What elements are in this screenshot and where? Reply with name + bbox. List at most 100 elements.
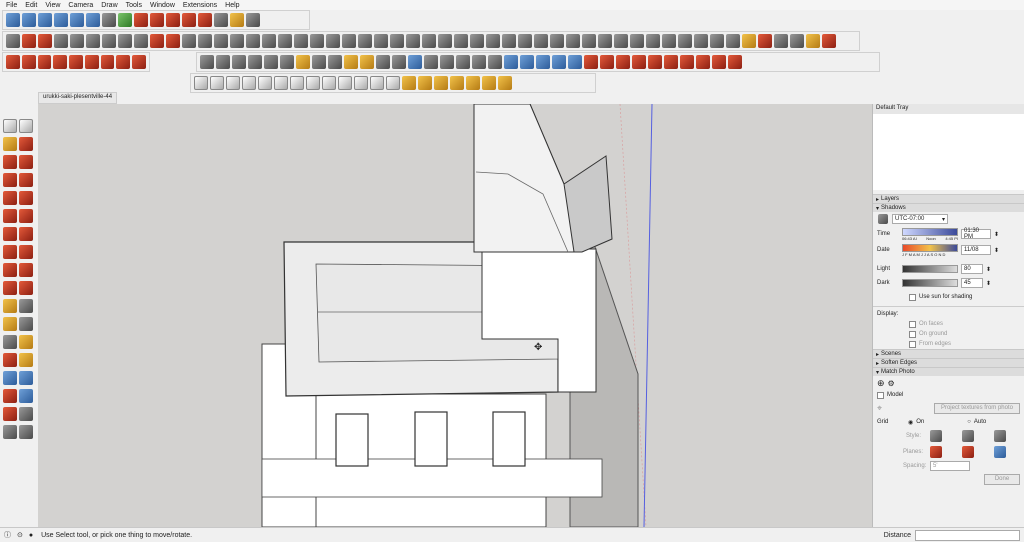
stairs-icon[interactable] <box>214 34 228 48</box>
section-layers[interactable]: ▸ Layers <box>873 194 1024 203</box>
roof-icon[interactable] <box>454 34 468 48</box>
date-slider[interactable] <box>902 243 958 252</box>
3d-text-icon[interactable] <box>19 335 33 349</box>
sandbox-g-icon[interactable] <box>616 55 630 69</box>
bezier-icon[interactable] <box>38 34 52 48</box>
protractor-tool-icon[interactable] <box>3 317 17 331</box>
freehand-icon[interactable] <box>19 155 33 169</box>
beam-icon[interactable] <box>534 34 548 48</box>
photo-icon[interactable] <box>408 55 422 69</box>
play-anim-icon[interactable] <box>424 55 438 69</box>
shell-icon[interactable] <box>246 34 260 48</box>
sandbox-b-icon[interactable] <box>520 55 534 69</box>
corner-icon[interactable] <box>150 34 164 48</box>
menu-extensions[interactable]: Extensions <box>183 2 217 9</box>
curve-icon[interactable] <box>86 34 100 48</box>
teapot-icon[interactable] <box>210 76 224 90</box>
settings-gear-icon[interactable] <box>246 13 260 27</box>
back-view-icon[interactable] <box>70 13 84 27</box>
left-view-icon[interactable] <box>86 13 100 27</box>
menu-file[interactable]: File <box>6 2 17 9</box>
array-icon[interactable] <box>230 34 244 48</box>
geo-icon[interactable]: ⊙ <box>17 531 23 539</box>
wireframe-icon[interactable] <box>134 13 148 27</box>
layout-f-icon[interactable] <box>354 76 368 90</box>
sandbox-d-icon[interactable] <box>552 55 566 69</box>
solid-a-icon[interactable] <box>200 55 214 69</box>
spacing-input[interactable]: 5' <box>930 461 970 471</box>
push-icon[interactable] <box>70 34 84 48</box>
door-tool-icon[interactable] <box>486 34 500 48</box>
layout-d-icon[interactable] <box>306 76 320 90</box>
document-tab[interactable]: urukki-saki-plesentville-44 <box>38 92 118 104</box>
window-tool-icon[interactable] <box>470 34 484 48</box>
done-button[interactable]: Done <box>984 473 1020 485</box>
text-tool-icon[interactable] <box>19 299 33 313</box>
twist-icon[interactable] <box>326 34 340 48</box>
prev-icon[interactable] <box>790 34 804 48</box>
protractor-icon[interactable] <box>418 76 432 90</box>
layout-g-icon[interactable] <box>386 76 400 90</box>
settings-small-icon[interactable]: ⚙ <box>888 379 895 388</box>
flight-icon[interactable] <box>502 34 516 48</box>
spinner-icon[interactable]: ⬍ <box>994 231 999 238</box>
hidden-line-icon[interactable] <box>150 13 164 27</box>
right-view-icon[interactable] <box>54 13 68 27</box>
play-icon[interactable] <box>758 34 772 48</box>
ext-g-icon[interactable] <box>100 55 115 69</box>
slab-icon[interactable] <box>566 34 580 48</box>
animation-icon[interactable] <box>742 34 756 48</box>
tape-measure-icon[interactable] <box>3 299 17 313</box>
lock-icon[interactable] <box>290 76 304 90</box>
deck-icon[interactable] <box>662 34 676 48</box>
pie-icon[interactable] <box>19 227 33 241</box>
extrude-icon[interactable] <box>294 34 308 48</box>
geolocation-icon[interactable] <box>806 34 820 48</box>
sandbox-i-icon[interactable] <box>648 55 662 69</box>
pan-icon[interactable] <box>19 353 33 367</box>
spinner-icon[interactable]: ⬍ <box>986 266 991 273</box>
sandbox-m-icon[interactable] <box>712 55 726 69</box>
front-view-icon[interactable] <box>38 13 52 27</box>
plant-icon[interactable] <box>370 76 384 90</box>
ext-e-icon[interactable] <box>69 55 83 69</box>
sandbox-e-icon[interactable] <box>584 55 598 69</box>
wave-icon[interactable] <box>568 55 582 69</box>
add-photo-icon[interactable]: ⊕ <box>877 378 885 389</box>
join-icon[interactable] <box>358 34 372 48</box>
from-edges-checkbox[interactable] <box>909 340 916 348</box>
position-camera-icon[interactable] <box>3 407 17 421</box>
teapot-b-icon[interactable] <box>226 76 240 90</box>
fence-icon[interactable] <box>646 34 660 48</box>
export-icon[interactable] <box>822 34 836 48</box>
menu-tools[interactable]: Tools <box>126 2 142 9</box>
solid-e-icon[interactable] <box>264 55 278 69</box>
solid-j-icon[interactable] <box>392 55 406 69</box>
rail-icon[interactable] <box>422 34 436 48</box>
ext-d-icon[interactable] <box>53 55 68 69</box>
timezone-select[interactable]: UTC-07:00 ▾ <box>892 214 948 224</box>
contour-icon[interactable] <box>614 34 628 48</box>
zoom-extents-icon[interactable] <box>3 389 17 403</box>
monochrome-icon[interactable] <box>198 13 212 27</box>
split-icon[interactable] <box>342 34 356 48</box>
layout-b-icon[interactable] <box>258 76 272 90</box>
solid-g-icon[interactable] <box>312 55 326 69</box>
truss-icon[interactable] <box>550 34 564 48</box>
layout-a-icon[interactable] <box>242 76 256 90</box>
text-icon[interactable] <box>498 76 512 90</box>
bend-icon[interactable] <box>310 34 324 48</box>
component-icon[interactable] <box>19 119 33 133</box>
lasso-icon[interactable] <box>6 34 20 48</box>
light-input[interactable]: 80 <box>961 264 983 274</box>
sandbox-l-icon[interactable] <box>696 55 710 69</box>
ext-a-icon[interactable] <box>6 55 20 69</box>
hatch-icon[interactable] <box>694 34 708 48</box>
ext-f-icon[interactable] <box>84 55 99 69</box>
sandbox-f-icon[interactable] <box>600 55 614 69</box>
sweep-icon[interactable] <box>278 34 292 48</box>
dark-slider[interactable] <box>902 279 958 287</box>
arrow-tool-icon[interactable] <box>726 34 740 48</box>
mirror-icon[interactable] <box>374 34 388 48</box>
xray-icon[interactable] <box>102 13 116 27</box>
